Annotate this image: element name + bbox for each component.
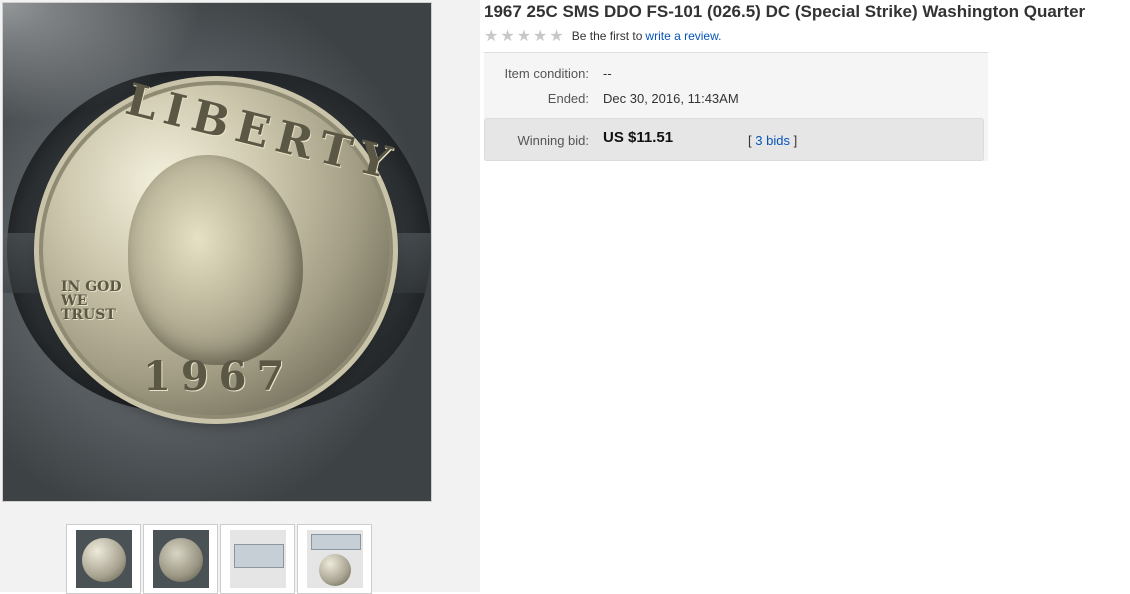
- main-item-image[interactable]: LIBERTY IN GOD WE TRUST 1967: [2, 2, 432, 502]
- thumbnail-4[interactable]: [297, 524, 372, 594]
- ended-label: Ended:: [547, 91, 589, 106]
- thumbnail-coin: [318, 554, 351, 586]
- ended-value: Dec 30, 2016, 11:43AM: [603, 91, 739, 106]
- condition-value: --: [603, 66, 612, 81]
- condition-label: Item condition:: [504, 66, 589, 81]
- winning-bid-price: US $11.51: [603, 129, 674, 146]
- image-viewer: LIBERTY IN GOD WE TRUST 1967: [0, 0, 480, 594]
- thumbnail-slab-label: [233, 544, 284, 568]
- star-icon: ★: [500, 26, 515, 45]
- thumbnail-3[interactable]: [220, 524, 295, 594]
- thumbnail-slab-image: [306, 530, 363, 588]
- coin-year: 1967: [143, 353, 295, 400]
- rating-row: ★ ★ ★ ★ ★ Be the first to write a review…: [484, 28, 721, 44]
- write-review-link[interactable]: write a review.: [645, 29, 721, 43]
- coin-obverse: LIBERTY IN GOD WE TRUST 1967: [43, 74, 403, 415]
- winning-bid-label: Winning bid:: [517, 133, 589, 148]
- thumbnail-reverse-image: [152, 530, 209, 588]
- winning-bid-box: Winning bid: US $11.51 [ 3 bids ]: [484, 118, 984, 161]
- thumbnail-coin: [81, 538, 126, 582]
- review-prompt-text: Be the first to: [571, 29, 643, 43]
- coin-portrait: [128, 155, 303, 365]
- coin-motto: IN GOD WE TRUST: [61, 279, 122, 323]
- ended-date: Dec 30, 2016: [603, 91, 681, 106]
- rating-stars[interactable]: ★ ★ ★ ★ ★: [484, 28, 566, 44]
- bids-open-bracket: [: [748, 133, 752, 148]
- star-icon: ★: [484, 26, 499, 45]
- star-icon: ★: [549, 26, 564, 45]
- thumbnail-2[interactable]: [143, 524, 218, 594]
- thumbnail-label-image: [229, 530, 286, 588]
- ended-time: 11:43AM: [687, 91, 739, 106]
- thumbnail-coin: [158, 538, 203, 582]
- thumbnail-slab-label: [310, 534, 361, 550]
- ended-separator: ,: [680, 91, 684, 106]
- bids-close-bracket: ]: [793, 133, 798, 148]
- star-icon: ★: [516, 26, 532, 45]
- star-icon: ★: [533, 26, 548, 45]
- thumbnail-obverse-image: [75, 530, 132, 588]
- thumbnail-strip: [66, 524, 374, 594]
- item-title: 1967 25C SMS DDO FS-101 (026.5) DC (Spec…: [484, 2, 1086, 21]
- bid-history-link[interactable]: 3 bids: [755, 133, 790, 148]
- bid-count: [ 3 bids ]: [748, 133, 797, 148]
- item-info-panel: Item condition: -- Ended: Dec 30, 2016, …: [484, 52, 988, 161]
- image-glare: [3, 3, 203, 123]
- thumbnail-1[interactable]: [66, 524, 141, 594]
